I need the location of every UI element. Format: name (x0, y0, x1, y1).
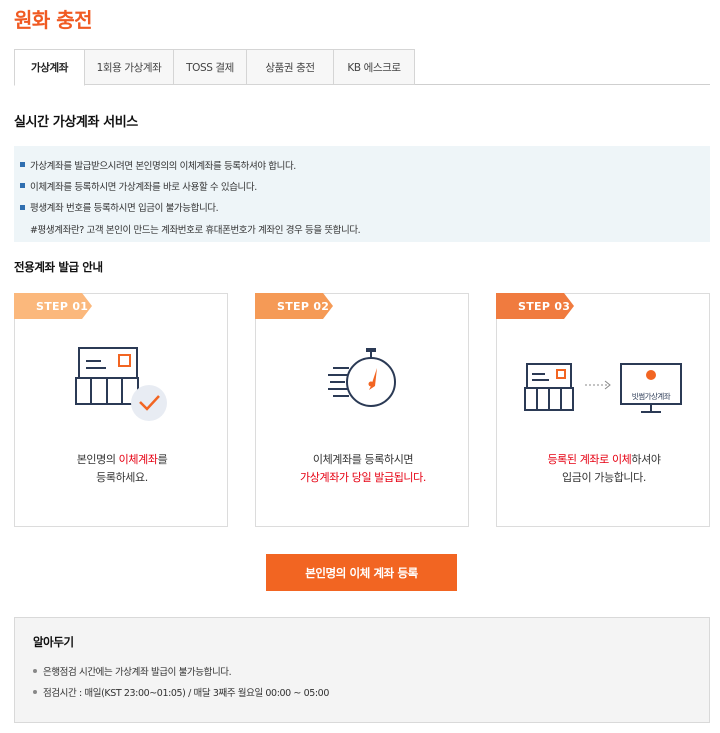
notice-box: 알아두기 은행점검 시간에는 가상계좌 발급이 불가능합니다. 점검시간 : 매… (14, 617, 710, 723)
bullet-dot-icon (33, 689, 37, 694)
notice-item: 은행점검 시간에는 가상계좌 발급이 불가능합니다. (33, 660, 709, 681)
step-text: 이체계좌를 등록하시면 가상계좌가 당일 발급됩니다. (300, 453, 426, 484)
bullet-icon (20, 204, 25, 210)
service-title: 실시간 가상계좌 서비스 (14, 115, 138, 130)
page-title: 원화 충전 (14, 8, 93, 32)
bank-check-icon (75, 347, 167, 421)
tab-one-time-virtual-account[interactable]: 1회용 가상계좌 (85, 49, 174, 85)
info-line: 평생계좌 번호를 등록하시면 입금이 불가능합니다. (20, 197, 710, 218)
step-text: 본인명의 이체계좌를 등록하세요. (76, 453, 168, 484)
monitor-label: 빗썸가상계좌 (631, 392, 671, 401)
step-card-2: STEP 02 이체계좌를 등록하시면 가상계좌가 당일 발급됩니다. (255, 293, 469, 527)
step-text: 등록된 계좌로 이체하셔야 입금이 가능합니다. (547, 453, 661, 484)
tab-virtual-account[interactable]: 가상계좌 (14, 49, 85, 86)
bullet-icon (20, 162, 25, 168)
step-label: STEP 02 (255, 293, 333, 319)
step-label: STEP 03 (496, 293, 574, 319)
register-account-button[interactable]: 본인명의 이체 계좌 등록 (266, 554, 457, 591)
step-card-1: STEP 01 본인명의 이체계좌를 등록하세요. (14, 293, 228, 527)
tab-bar: 가상계좌 1회용 가상계좌 TOSS 결제 상품권 충전 KB 에스크로 (14, 49, 710, 86)
guide-title: 전용계좌 발급 안내 (14, 260, 103, 274)
info-box: 가상계좌를 발급받으시려면 본인명의의 이체계좌를 등록하셔야 합니다. 이체계… (14, 146, 710, 242)
tab-kb-escrow[interactable]: KB 에스크로 (334, 49, 415, 85)
info-note: #평생계좌란? 고객 본인이 만드는 계좌번호로 휴대폰번호가 계좌인 경우 등… (30, 224, 361, 236)
stopwatch-icon (328, 348, 396, 407)
step-card-3: STEP 03 빗썸가상계좌 등록된 계좌로 이체하셔야 입금이 가능합니다. (496, 293, 710, 527)
notice-title: 알아두기 (33, 635, 74, 649)
bullet-dot-icon (33, 668, 37, 673)
bank-to-monitor-icon (524, 363, 682, 413)
tab-toss-payment[interactable]: TOSS 결제 (174, 49, 247, 85)
info-line: 가상계좌를 발급받으시려면 본인명의의 이체계좌를 등록하셔야 합니다. (20, 154, 710, 175)
step-label: STEP 01 (14, 293, 92, 319)
tab-gift-card[interactable]: 상품권 충전 (247, 49, 334, 85)
info-line: 이체계좌를 등록하시면 가상계좌를 바로 사용할 수 있습니다. (20, 175, 710, 196)
notice-item: 점검시간 : 매일(KST 23:00~01:05) / 매달 3째주 월요일 … (33, 681, 709, 702)
bullet-icon (20, 183, 25, 189)
